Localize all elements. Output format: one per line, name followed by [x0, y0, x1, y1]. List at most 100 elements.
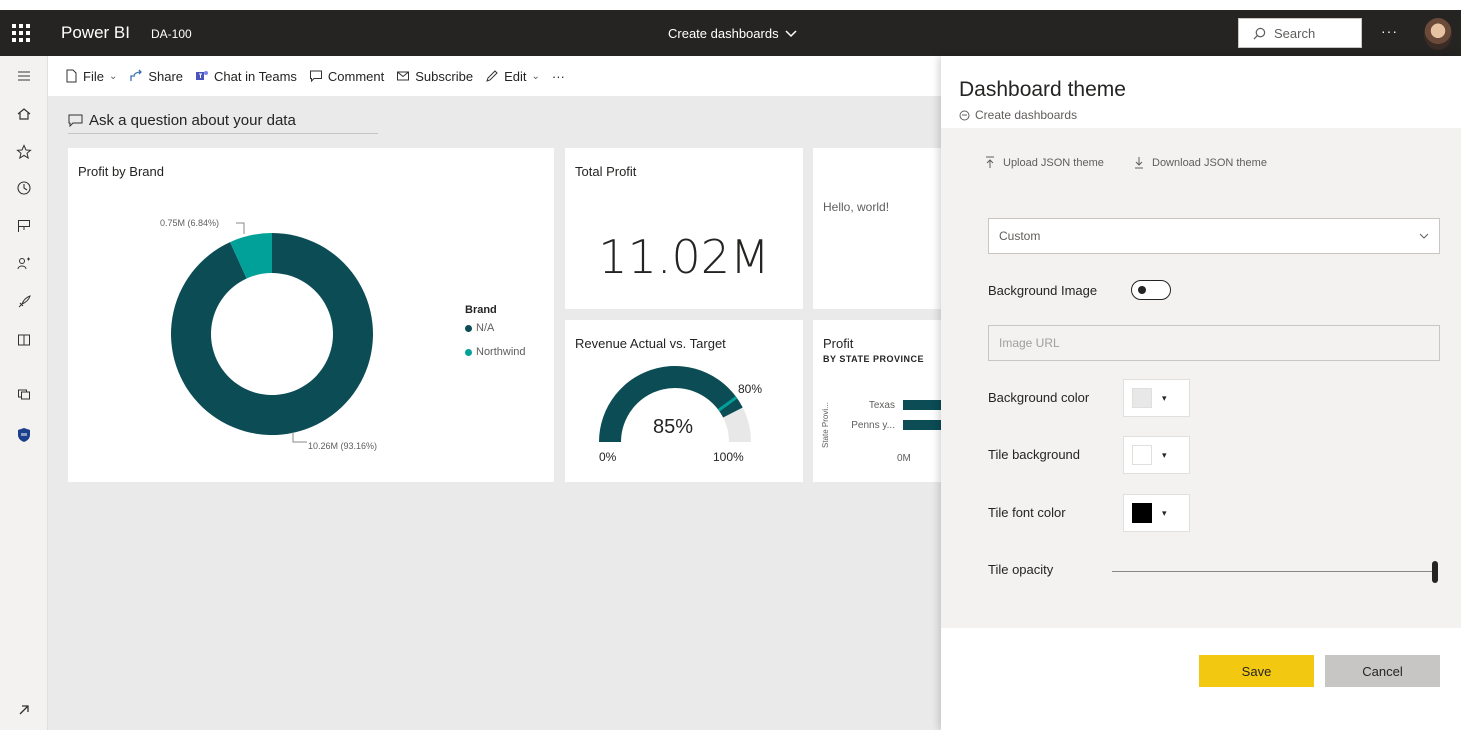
legend-title: Brand: [465, 304, 497, 316]
background-color-picker[interactable]: ▾: [1123, 379, 1190, 417]
subscribe-button[interactable]: Subscribe: [396, 69, 473, 84]
tile-opacity-label: Tile opacity: [988, 562, 1054, 577]
share-button[interactable]: Share: [129, 69, 183, 84]
leader-line: [236, 222, 245, 234]
dashboard-icon: [959, 110, 970, 120]
image-url-placeholder: Image URL: [999, 336, 1060, 350]
bar: [903, 420, 941, 430]
comment-button[interactable]: Comment: [309, 69, 384, 84]
dashboard-theme-panel: Dashboard theme Create dashboards Upload…: [941, 56, 1461, 730]
app-name[interactable]: Power BI: [61, 23, 130, 43]
workspace-shield-icon[interactable]: [0, 423, 48, 447]
workspace-name[interactable]: DA-100: [151, 27, 192, 41]
mail-icon: [397, 71, 410, 81]
chat-label: Chat in Teams: [214, 68, 297, 84]
qa-prompt: Ask a question about your data: [89, 112, 296, 129]
tile-profit-by-brand[interactable]: Profit by Brand 0.75M (6.84%) 10.26M (93…: [68, 148, 554, 482]
tile-font-color-picker[interactable]: ▾: [1123, 494, 1190, 532]
kpi-value: 11.02M: [598, 230, 770, 284]
bar-axis-zero: 0M: [897, 453, 911, 464]
dashboard-title: Create dashboards: [668, 26, 779, 41]
upload-label: Upload JSON theme: [1003, 156, 1104, 169]
donut-label-na: 10.26M (93.16%): [308, 441, 378, 451]
tile-title: Profit: [823, 336, 854, 351]
chevron-down-icon: [1419, 233, 1429, 239]
download-label: Download JSON theme: [1152, 156, 1267, 169]
upload-json-button[interactable]: Upload JSON theme: [985, 156, 1104, 169]
caret-down-icon: ▾: [1162, 507, 1167, 518]
caret-down-icon: ▾: [1162, 392, 1167, 403]
deployment-rocket-icon[interactable]: [0, 290, 48, 314]
legend-label: N/A: [476, 322, 495, 334]
color-swatch: [1132, 503, 1152, 523]
panel-subtitle: Create dashboards: [959, 108, 1077, 122]
upload-icon: [986, 156, 994, 168]
background-image-label: Background Image: [988, 283, 1098, 298]
hamburger-icon[interactable]: [0, 64, 48, 88]
home-icon[interactable]: [0, 102, 48, 126]
theme-select[interactable]: Custom: [988, 218, 1440, 254]
tile-text-content: Hello, world!: [823, 200, 890, 214]
cancel-button[interactable]: Cancel: [1325, 655, 1440, 687]
theme-select-value: Custom: [999, 229, 1041, 243]
edit-button[interactable]: Edit ⌄: [485, 69, 540, 84]
more-commands-button[interactable]: ···: [552, 69, 565, 84]
panel-title: Dashboard theme: [959, 78, 1126, 101]
color-swatch: [1132, 388, 1152, 408]
legend-label: Northwind: [476, 346, 526, 358]
legend-item[interactable]: N/A: [465, 322, 494, 334]
background-image-toggle[interactable]: [1131, 280, 1171, 300]
tile-title: Revenue Actual vs. Target: [575, 336, 726, 351]
more-options-button[interactable]: ···: [1381, 23, 1398, 39]
legend-swatch: [465, 324, 472, 332]
tile-background-picker[interactable]: ▾: [1123, 436, 1190, 474]
share-icon: [130, 69, 143, 81]
donut-chart: [170, 233, 373, 435]
app-launcher-icon[interactable]: [10, 22, 32, 44]
bar-axis-title: State Provi...: [821, 402, 830, 448]
search-icon: [1253, 27, 1266, 39]
download-icon: [1135, 157, 1143, 169]
learn-book-icon[interactable]: [0, 328, 48, 352]
image-url-field[interactable]: Image URL: [988, 325, 1440, 361]
chat-bubble-icon: [68, 114, 83, 127]
tile-opacity-slider-track[interactable]: [1112, 571, 1434, 572]
download-json-button[interactable]: Download JSON theme: [1134, 156, 1267, 169]
gauge-max: 100%: [713, 450, 744, 464]
panel-header: Dashboard theme Create dashboards: [941, 56, 1461, 128]
gauge-value: 85%: [653, 416, 694, 438]
apps-icon[interactable]: [0, 214, 48, 238]
chevron-down-icon: ⌄: [108, 70, 118, 82]
share-label: Share: [148, 68, 184, 84]
legend-item[interactable]: Northwind: [465, 346, 526, 358]
tile-profit-by-state[interactable]: Profit BY STATE PROVINCE State Provi... …: [813, 320, 941, 482]
teams-icon: [196, 71, 209, 80]
panel-subtitle-text: Create dashboards: [975, 108, 1078, 122]
favorites-star-icon[interactable]: [0, 140, 48, 164]
file-menu-button[interactable]: File ⌄: [64, 69, 117, 84]
qa-question-box[interactable]: Ask a question about your data: [68, 108, 378, 134]
donut-label-northwind: 0.75M (6.84%): [160, 218, 220, 228]
save-button[interactable]: Save: [1199, 655, 1314, 687]
top-bar: Power BI DA-100 Create dashboards Search…: [0, 10, 1461, 56]
search-input[interactable]: Search: [1238, 18, 1362, 48]
file-label: File: [83, 68, 104, 84]
avatar[interactable]: [1424, 18, 1452, 50]
expand-arrow-icon[interactable]: [0, 698, 48, 722]
tile-text[interactable]: Hello, world!: [813, 148, 941, 309]
tile-opacity-slider-thumb[interactable]: [1432, 561, 1438, 583]
pencil-icon: [486, 70, 498, 82]
shared-with-me-icon[interactable]: [0, 252, 48, 276]
panel-body: Upload JSON theme Download JSON theme Cu…: [941, 128, 1461, 628]
recent-clock-icon[interactable]: [0, 176, 48, 200]
search-placeholder: Search: [1274, 25, 1316, 41]
workspaces-icon[interactable]: [0, 382, 48, 406]
tile-revenue-gauge[interactable]: Revenue Actual vs. Target 85% 0% 100% 80…: [565, 320, 803, 482]
leader-line: [292, 432, 307, 443]
caret-down-icon: ▾: [1162, 449, 1167, 460]
tile-total-profit[interactable]: Total Profit 11.02M: [565, 148, 803, 309]
bar-category-label: Texas: [868, 400, 895, 411]
dashboard-title-dropdown[interactable]: Create dashboards: [668, 26, 797, 41]
chat-in-teams-button[interactable]: Chat in Teams: [195, 69, 297, 84]
command-bar: File ⌄ Share Chat in Teams Comment Subsc…: [48, 56, 941, 96]
